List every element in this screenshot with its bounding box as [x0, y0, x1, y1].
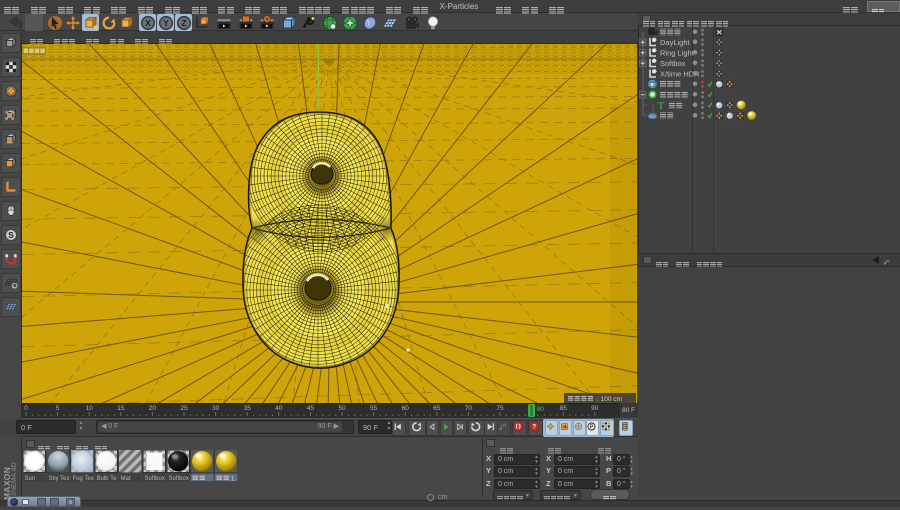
svg-text:40: 40 [275, 405, 283, 412]
svg-text:Z: Z [181, 18, 186, 28]
svg-text:65: 65 [433, 405, 441, 412]
svg-text:85: 85 [560, 405, 568, 412]
svg-text:Sun: Sun [25, 476, 36, 482]
svg-text:X: X [145, 18, 151, 28]
svg-text:Bulb Te: Bulb Te [97, 476, 118, 482]
svg-text:5: 5 [56, 405, 60, 412]
svg-text:: 100 cm: : 100 cm [597, 396, 622, 403]
svg-text:80 F: 80 F [622, 407, 635, 414]
svg-text:Mat: Mat [121, 476, 131, 482]
svg-text:Y: Y [163, 18, 169, 28]
svg-text:DayLight: DayLight [660, 38, 691, 47]
svg-text:Ring Light: Ring Light [660, 48, 695, 57]
svg-text:90: 90 [591, 405, 599, 412]
svg-text:?: ? [532, 424, 536, 431]
svg-text:35: 35 [244, 405, 252, 412]
svg-text:25: 25 [180, 405, 188, 412]
svg-text:75: 75 [496, 405, 504, 412]
svg-text:80: 80 [537, 406, 545, 413]
svg-text:45: 45 [307, 405, 315, 412]
svg-text:Fog Tex: Fog Tex [73, 476, 94, 482]
svg-text:T: T [658, 101, 665, 112]
svg-text:30: 30 [212, 405, 220, 412]
svg-text:55: 55 [370, 405, 378, 412]
svg-text:70: 70 [465, 405, 473, 412]
svg-text:Softbox: Softbox [169, 476, 189, 482]
svg-text:0: 0 [24, 405, 28, 412]
svg-text:60: 60 [402, 405, 410, 412]
svg-text:Softbox: Softbox [660, 59, 686, 68]
svg-text:Softbox: Softbox [145, 476, 165, 482]
svg-text:20: 20 [149, 405, 157, 412]
svg-text:L: L [13, 283, 16, 289]
svg-text:50: 50 [338, 405, 346, 412]
svg-text:15: 15 [117, 405, 125, 412]
svg-text:Sky Tex: Sky Tex [49, 476, 70, 482]
svg-text:10: 10 [86, 405, 94, 412]
svg-text:S: S [8, 230, 14, 240]
svg-text:P: P [590, 424, 594, 430]
